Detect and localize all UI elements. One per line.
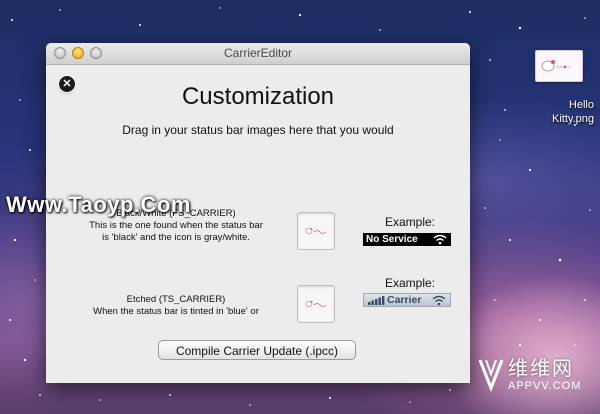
watermark-text: Www.Taoyp.Com — [6, 192, 191, 217]
brand-logo-icon — [478, 359, 504, 393]
desktop-file-label[interactable]: Hello Kitty.png — [524, 98, 594, 126]
blue-status-bar-example: Carrier — [363, 293, 451, 307]
wifi-icon — [432, 295, 446, 306]
window-title: CarrierEditor — [223, 46, 292, 60]
etched-description: Etched (TS_CARRIER) When the status bar … — [66, 294, 286, 318]
hello-kitty-icon: ~~♥~ — [541, 60, 571, 72]
brand-name: 维维网 — [508, 358, 574, 380]
black-status-bar-example: No Service — [363, 233, 451, 246]
status-bar-text: Carrier — [387, 294, 422, 306]
svg-text:~~♥~: ~~♥~ — [556, 65, 571, 71]
brand-watermark: 维维网 APPVV.COM — [478, 352, 590, 400]
carrier-image-thumbnail-icon — [305, 301, 327, 307]
carrier-image-thumbnail-icon — [305, 228, 327, 234]
status-bar-text: No Service — [366, 234, 418, 245]
page-title: Customization — [181, 83, 335, 110]
section-desc-line: This is the one found when the status ba… — [89, 220, 263, 231]
instruction-text: Drag in your status bar images here that… — [122, 123, 394, 137]
section-desc-line: When the status bar is tinted in 'blue' … — [93, 306, 259, 317]
compile-carrier-update-button[interactable]: Compile Carrier Update (.ipcc) — [158, 340, 356, 360]
desktop-file-icon[interactable]: ~~♥~ — [535, 50, 583, 82]
wifi-icon — [433, 234, 447, 245]
black-white-image-well[interactable] — [297, 212, 335, 250]
example-label: Example: — [384, 215, 436, 229]
section-title: Etched (TS_CARRIER) — [126, 294, 226, 305]
section-desc-line: is 'black' and the icon is gray/white. — [102, 232, 250, 243]
brand-url: APPVV.COM — [508, 380, 582, 392]
signal-bars-icon — [368, 296, 385, 305]
example-label: Example: — [384, 276, 436, 290]
title-bar[interactable]: CarrierEditor — [46, 43, 470, 65]
etched-image-well[interactable] — [297, 285, 335, 323]
